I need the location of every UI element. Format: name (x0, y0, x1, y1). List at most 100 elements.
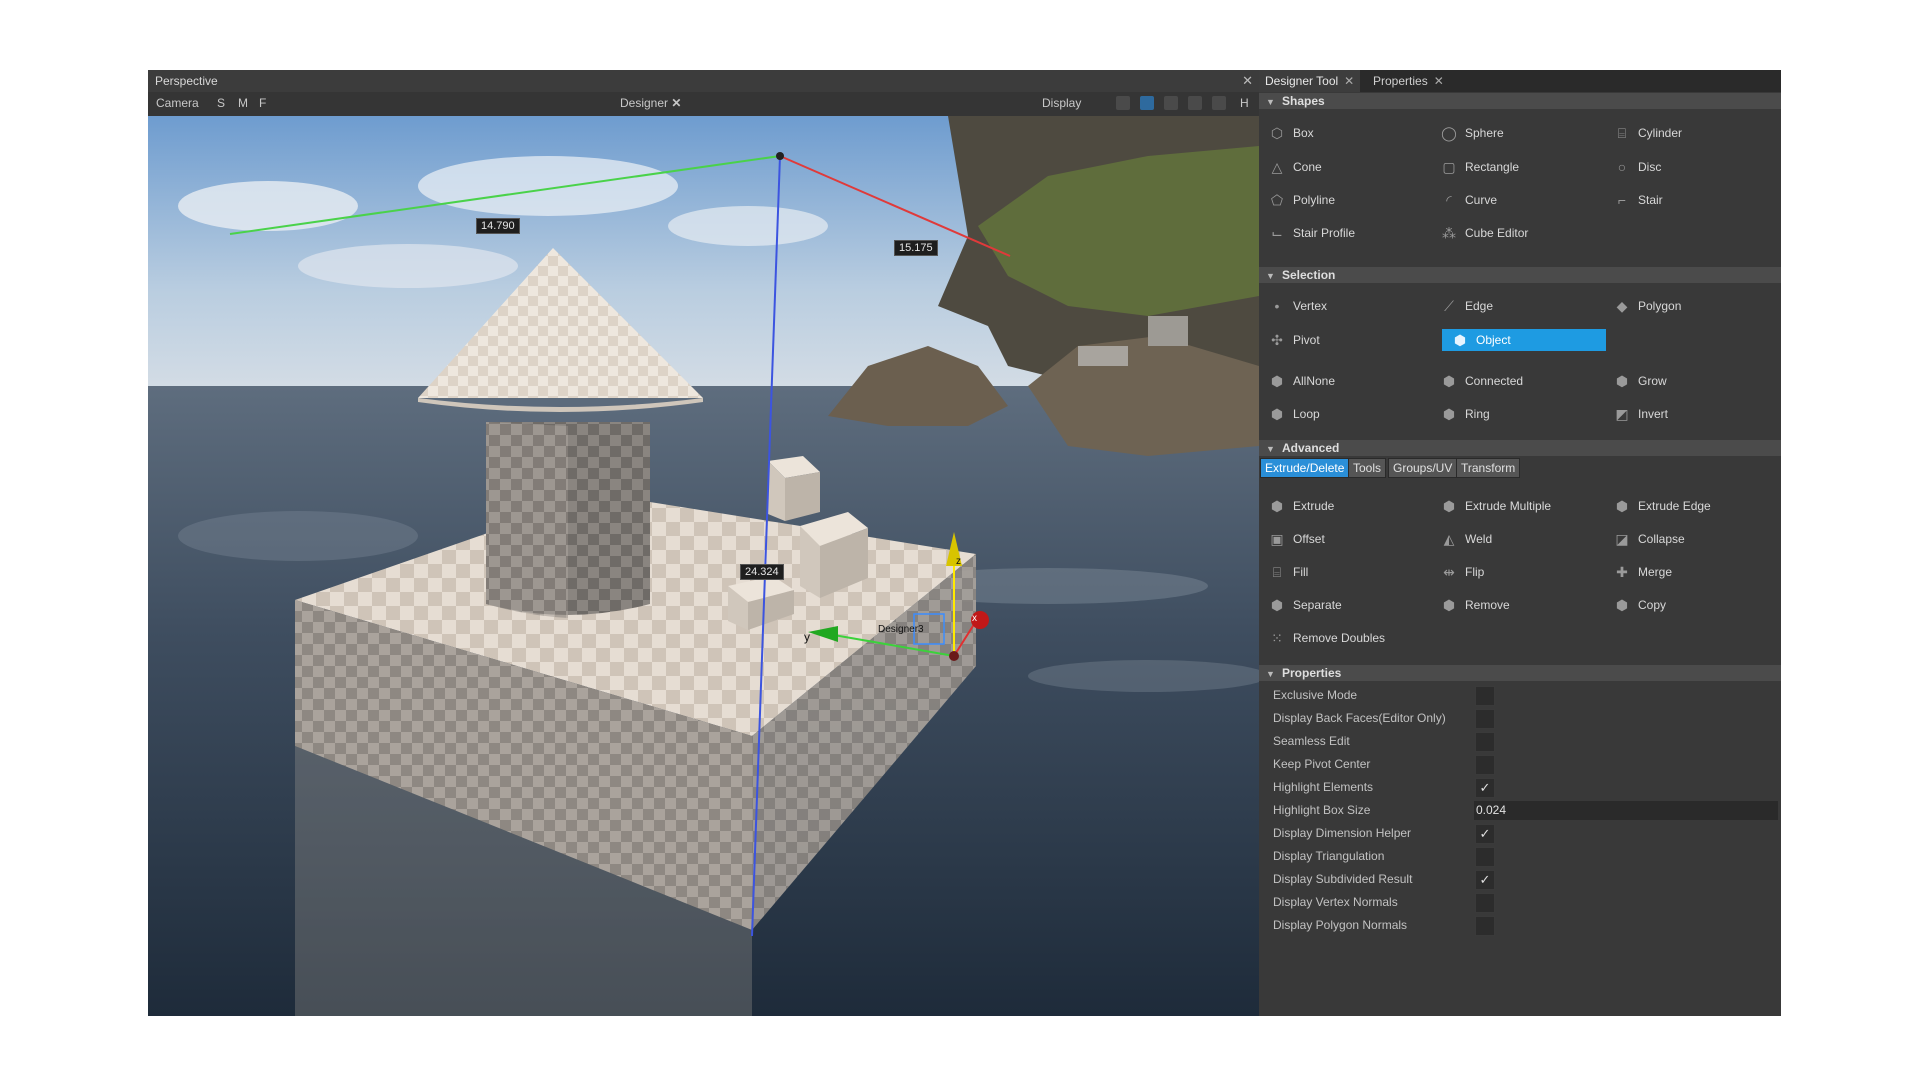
display-vertex-normals-checkbox[interactable] (1475, 893, 1495, 913)
angle-snap-icon[interactable] (1140, 96, 1154, 110)
tool-label: Cone (1293, 160, 1322, 174)
display-back-faces-checkbox[interactable] (1475, 709, 1495, 729)
shape-stair[interactable]: ⌐ Stair (1604, 189, 1774, 211)
select-invert[interactable]: ◩ Invert (1604, 403, 1774, 425)
tool-label: Connected (1465, 374, 1524, 388)
tool-label: Extrude Edge (1638, 499, 1711, 513)
select-ring[interactable]: ⬢ Ring (1431, 403, 1601, 425)
subtab-extrude-delete[interactable]: Extrude/Delete (1260, 458, 1350, 478)
remove-doubles-icon: ⁙ (1271, 630, 1283, 646)
select-all-none[interactable]: ⬢ AllNone (1259, 370, 1429, 392)
shape-rectangle[interactable]: ▢ Rectangle (1431, 156, 1601, 178)
display-menu[interactable]: Display (1042, 96, 1081, 110)
prop-highlight-elements-label: Highlight Elements (1273, 780, 1374, 794)
tool-merge[interactable]: ✚ Merge (1604, 561, 1774, 583)
h-toggle[interactable]: H (1240, 96, 1249, 110)
s-toggle[interactable]: S (217, 96, 225, 110)
tool-label: AllNone (1293, 374, 1336, 388)
subtab-tools[interactable]: Tools (1348, 458, 1387, 478)
shape-sphere[interactable]: ◯ Sphere (1431, 122, 1601, 144)
prop-display-subdivided-result-label: Display Subdivided Result (1273, 872, 1413, 886)
tool-label: Extrude (1293, 499, 1335, 513)
tool-collapse[interactable]: ◪ Collapse (1604, 528, 1774, 550)
select-loop[interactable]: ⬢ Loop (1259, 403, 1429, 425)
display-triangulation-checkbox[interactable] (1475, 847, 1495, 867)
close-icon[interactable]: ✕ (671, 96, 681, 110)
gizmo-x-label: x (972, 613, 977, 624)
select-edge[interactable]: ⟋ Edge (1431, 295, 1601, 317)
pivot-icon: ✣ (1271, 332, 1283, 348)
subtab-groups-uv[interactable]: Groups/UV (1388, 458, 1458, 478)
seamless-edit-checkbox[interactable] (1475, 732, 1495, 752)
sphere-icon: ◯ (1441, 125, 1457, 141)
shape-cube-editor[interactable]: ⁂ Cube Editor (1431, 222, 1601, 244)
loop-icon: ⬢ (1270, 406, 1284, 422)
perspective-viewport[interactable]: Perspective ✕ Camera S M F Designer ✕ Di… (148, 70, 1259, 1016)
advanced-section-header[interactable]: ▼ Advanced (1259, 440, 1781, 456)
tool-label: Polygon (1638, 299, 1682, 313)
prop-keep-pivot-center-label: Keep Pivot Center (1273, 757, 1371, 771)
close-icon[interactable]: ✕ (1344, 74, 1354, 88)
keep-pivot-center-checkbox[interactable] (1475, 755, 1495, 775)
terrain-snap-icon[interactable] (1212, 96, 1226, 110)
tool-extrude-multiple[interactable]: ⬢ Extrude Multiple (1431, 495, 1601, 517)
select-connected[interactable]: ⬢ Connected (1431, 370, 1601, 392)
chevron-down-icon: ▼ (1266, 271, 1275, 281)
tool-label: Grow (1638, 374, 1667, 388)
tool-flip[interactable]: ⇹ Flip (1431, 561, 1601, 583)
shapes-section-header[interactable]: ▼ Shapes (1259, 93, 1781, 109)
close-icon[interactable]: ✕ (1434, 74, 1444, 88)
close-icon[interactable]: ✕ (1235, 70, 1253, 92)
camera-menu[interactable]: Camera (156, 96, 199, 110)
collapse-icon: ◪ (1615, 531, 1629, 547)
tool-extrude-edge[interactable]: ⬢ Extrude Edge (1604, 495, 1774, 517)
display-polygon-normals-checkbox[interactable] (1475, 916, 1495, 936)
highlight-elements-checkbox[interactable]: ✓ (1475, 778, 1495, 798)
vertex-snap-icon[interactable] (1188, 96, 1202, 110)
shape-box[interactable]: ⬡ Box (1259, 122, 1429, 144)
viewport-title-bar: Perspective ✕ (148, 70, 1259, 92)
tool-remove[interactable]: ⬢ Remove (1431, 594, 1601, 616)
stair-profile-icon: ⌙ (1271, 225, 1283, 241)
3d-scene[interactable]: 14.790 15.175 24.324 z y x Designer3 (148, 116, 1259, 1016)
tool-weld[interactable]: ◭ Weld (1431, 528, 1601, 550)
designer-tab[interactable]: Designer ✕ (620, 96, 681, 110)
shape-stair-profile[interactable]: ⌙ Stair Profile (1259, 222, 1429, 244)
rectangle-icon: ▢ (1442, 159, 1456, 175)
tool-separate[interactable]: ⬢ Separate (1259, 594, 1429, 616)
highlight-box-size-field[interactable]: 0.024 (1474, 801, 1778, 820)
prop-display-polygon-normals-label: Display Polygon Normals (1273, 918, 1408, 932)
tool-copy[interactable]: ⬢ Copy (1604, 594, 1774, 616)
m-toggle[interactable]: M (238, 96, 248, 110)
select-vertex[interactable]: • Vertex (1259, 295, 1429, 317)
exclusive-mode-checkbox[interactable] (1475, 686, 1495, 706)
tab-properties[interactable]: Properties ✕ (1367, 70, 1450, 92)
select-pivot[interactable]: ✣ Pivot (1259, 329, 1429, 351)
cone-icon: △ (1271, 159, 1283, 175)
shape-polyline[interactable]: ⬠ Polyline (1259, 189, 1429, 211)
f-toggle[interactable]: F (259, 96, 266, 110)
scale-snap-icon[interactable] (1164, 96, 1178, 110)
properties-section-header[interactable]: ▼ Properties (1259, 665, 1781, 681)
tool-offset[interactable]: ▣ Offset (1259, 528, 1429, 550)
shape-curve[interactable]: ◜ Curve (1431, 189, 1601, 211)
display-subdivided-result-checkbox[interactable]: ✓ (1475, 870, 1495, 890)
selection-section-header[interactable]: ▼ Selection (1259, 267, 1781, 283)
tool-fill[interactable]: ⌸ Fill (1259, 561, 1429, 583)
tool-label: Weld (1465, 532, 1493, 546)
display-dimension-helper-checkbox[interactable]: ✓ (1475, 824, 1495, 844)
cylinder-icon: ⌸ (1617, 125, 1627, 141)
shape-disc[interactable]: ○ Disc (1604, 156, 1774, 178)
subtab-transform[interactable]: Transform (1456, 458, 1521, 478)
select-polygon[interactable]: ◆ Polygon (1604, 295, 1774, 317)
select-object[interactable]: ⬢ Object (1442, 329, 1606, 351)
grid-icon[interactable] (1116, 96, 1130, 110)
shape-cylinder[interactable]: ⌸ Cylinder (1604, 122, 1774, 144)
tool-extrude[interactable]: ⬢ Extrude (1259, 495, 1429, 517)
select-grow[interactable]: ⬢ Grow (1604, 370, 1774, 392)
tool-label: Collapse (1638, 532, 1685, 546)
shape-cone[interactable]: △ Cone (1259, 156, 1429, 178)
tab-designer-tool[interactable]: Designer Tool ✕ (1259, 70, 1361, 92)
copy-icon: ⬢ (1615, 597, 1629, 613)
tool-remove-doubles[interactable]: ⁙ Remove Doubles (1259, 627, 1429, 649)
